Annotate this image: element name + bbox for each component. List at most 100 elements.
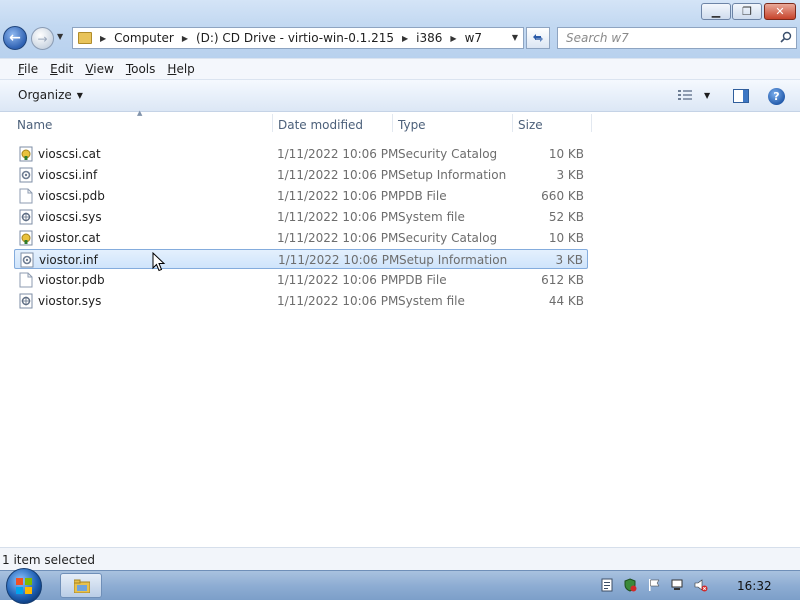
chevron-down-icon[interactable]: ▼ (704, 91, 710, 100)
file-row[interactable]: viostor.cat 1/11/2022 10:06 PM Security Ca… (14, 228, 588, 248)
windows-explorer-icon (74, 579, 90, 593)
system-file-icon (19, 293, 33, 309)
column-divider[interactable] (272, 114, 273, 132)
column-header-row: ▲ Name Date modified Type Size (0, 109, 800, 136)
file-size: 660 KB (541, 189, 584, 203)
menu-tools[interactable]: Tools (120, 62, 162, 76)
security-shield-icon[interactable] (623, 578, 637, 592)
file-row[interactable]: vioscsi.inf 1/11/2022 10:06 PM Setup Infor… (14, 165, 588, 185)
breadcrumb-w7[interactable]: w7 (465, 31, 482, 45)
details-view-icon (678, 90, 692, 100)
minimize-button[interactable]: ▁ (701, 3, 731, 20)
windows-logo-icon (16, 578, 32, 594)
column-divider[interactable] (591, 114, 592, 132)
file-name: vioscsi.pdb (38, 189, 105, 203)
preview-pane-icon[interactable] (733, 89, 749, 103)
system-file-icon (19, 209, 33, 225)
menu-help[interactable]: Help (161, 62, 200, 76)
address-bar[interactable]: ▶ Computer ▶ (D:) CD Drive - virtio-win-… (72, 27, 524, 49)
action-center-flag-icon[interactable] (647, 578, 661, 592)
file-size: 3 KB (556, 168, 584, 182)
file-type: PDB File (398, 189, 447, 203)
column-divider[interactable] (512, 114, 513, 132)
search-icon[interactable] (780, 31, 792, 43)
security-catalog-icon (19, 146, 33, 162)
recent-pages-dropdown-icon[interactable]: ▼ (57, 32, 63, 41)
file-row[interactable]: vioscsi.sys 1/11/2022 10:06 PM System file… (14, 207, 588, 227)
clipboard-icon[interactable] (600, 578, 614, 592)
close-button[interactable]: ✕ (764, 3, 796, 20)
file-name: vioscsi.inf (38, 168, 98, 182)
file-row[interactable]: viostor.inf 1/11/2022 10:06 PM Setup Infor… (14, 249, 588, 269)
file-type: Security Catalog (398, 147, 498, 161)
file-size: 52 KB (548, 210, 584, 224)
file-row[interactable]: viostor.pdb 1/11/2022 10:06 PM PDB File 612… (14, 270, 588, 290)
column-header-date-modified[interactable]: Date modified (278, 118, 363, 132)
search-input[interactable] (558, 28, 776, 48)
file-type: Security Catalog (398, 231, 498, 245)
maximize-button[interactable]: ❐ (732, 3, 762, 20)
column-header-type[interactable]: Type (398, 118, 426, 132)
column-header-size[interactable]: Size (518, 118, 543, 132)
file-row[interactable]: viostor.sys 1/11/2022 10:06 PM System file… (14, 291, 588, 311)
chevron-down-icon: ▼ (76, 90, 83, 100)
breadcrumb-i386[interactable]: i386 (416, 31, 442, 45)
refresh-button[interactable] (526, 27, 550, 49)
column-divider[interactable] (392, 114, 393, 132)
menu-file[interactable]: File (12, 62, 44, 76)
file-list[interactable]: ▲ Name Date modified Type Size vioscsi.c… (0, 109, 800, 547)
address-history-dropdown-icon[interactable]: ▼ (512, 33, 518, 42)
back-button[interactable]: ← (3, 26, 27, 50)
file-date-modified: 1/11/2022 10:06 PM (277, 294, 399, 308)
security-catalog-icon (19, 230, 33, 246)
forward-button[interactable]: → (31, 27, 54, 50)
file-name: viostor.pdb (38, 273, 105, 287)
pdb-file-icon (19, 188, 33, 204)
status-text: 1 item selected (2, 553, 96, 567)
help-button[interactable]: ? (768, 88, 785, 105)
chevron-right-icon[interactable]: ▶ (182, 34, 188, 43)
column-header-name[interactable]: Name (17, 118, 52, 132)
taskbar: 16:32 (0, 568, 800, 604)
file-name: vioscsi.sys (38, 210, 102, 224)
organize-label: Organize (18, 88, 72, 102)
search-box[interactable] (557, 27, 797, 49)
file-type: PDB File (398, 273, 447, 287)
file-type: Setup Information (399, 253, 508, 267)
taskbar-windows-explorer-button[interactable] (60, 573, 102, 598)
change-view-button[interactable]: ▼ (678, 89, 710, 101)
setup-information-icon (20, 252, 34, 268)
file-name: vioscsi.cat (38, 147, 101, 161)
breadcrumb-cd-drive[interactable]: (D:) CD Drive - virtio-win-0.1.215 (196, 31, 394, 45)
menu-edit[interactable]: Edit (44, 62, 79, 76)
file-date-modified: 1/11/2022 10:06 PM (277, 189, 399, 203)
file-row[interactable]: vioscsi.cat 1/11/2022 10:06 PM Security Ca… (14, 144, 588, 164)
breadcrumb-computer[interactable]: Computer (114, 31, 174, 45)
window-title-bar: ▁ ❐ ✕ ← → ▼ ▶ Computer ▶ (D:) CD Drive -… (0, 0, 800, 58)
pdb-file-icon (19, 272, 33, 288)
menu-view[interactable]: View (79, 62, 119, 76)
file-size: 10 KB (548, 231, 584, 245)
file-size: 44 KB (548, 294, 584, 308)
mouse-cursor-icon (152, 252, 166, 272)
chevron-right-icon[interactable]: ▶ (402, 34, 408, 43)
volume-muted-icon[interactable] (694, 578, 708, 592)
network-icon[interactable] (670, 578, 684, 592)
setup-information-icon (19, 167, 33, 183)
start-button[interactable] (6, 568, 42, 604)
file-name: viostor.sys (38, 294, 102, 308)
file-type: Setup Information (398, 168, 507, 182)
folder-icon (78, 32, 92, 44)
sort-ascending-icon: ▲ (137, 109, 143, 117)
menu-bar: File Edit View Tools Help (0, 58, 800, 80)
file-size: 10 KB (548, 147, 584, 161)
taskbar-clock[interactable]: 16:32 (737, 579, 772, 593)
chevron-right-icon[interactable]: ▶ (100, 34, 106, 43)
file-row[interactable]: vioscsi.pdb 1/11/2022 10:06 PM PDB File 660… (14, 186, 588, 206)
chevron-right-icon[interactable]: ▶ (450, 34, 456, 43)
command-bar: Organize ▼ ▼ ? (0, 80, 800, 112)
file-type: System file (398, 210, 465, 224)
organize-button[interactable]: Organize ▼ (18, 88, 83, 102)
file-name: viostor.inf (39, 253, 98, 267)
file-size: 612 KB (541, 273, 584, 287)
